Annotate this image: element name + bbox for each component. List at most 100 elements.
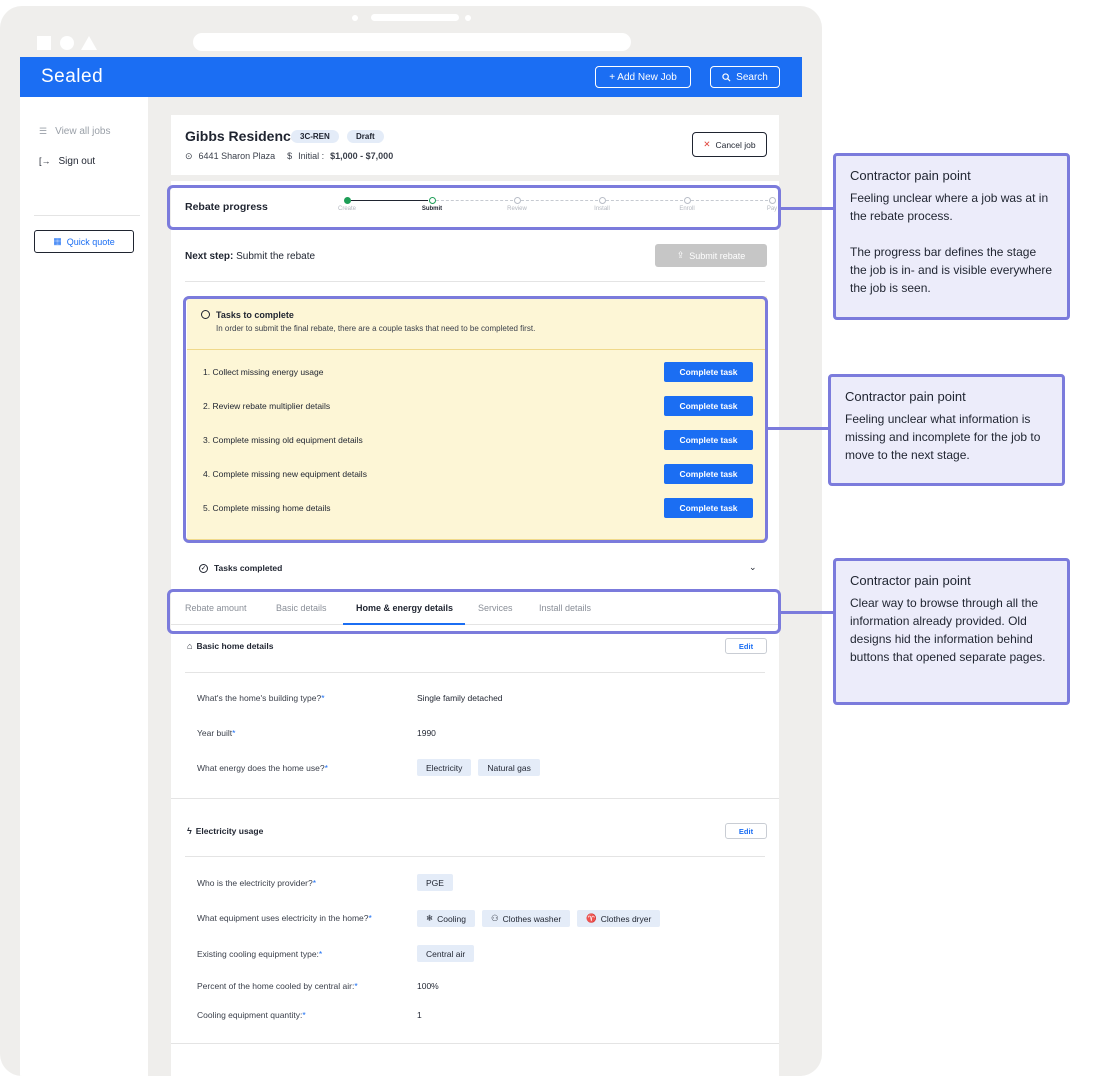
triangle-shape-icon <box>81 36 97 50</box>
chip: Electricity <box>417 759 472 776</box>
percent-cooled-question: Percent of the home cooled by central ai… <box>197 981 358 991</box>
location-pin-icon: ⊙ <box>185 150 193 161</box>
washer-icon: ⚇ <box>490 913 499 923</box>
cancel-job-button[interactable]: ✕ Cancel job <box>692 132 767 157</box>
initial-value: $1,000 - $7,000 <box>330 151 394 161</box>
energy-answer-chips: Electricity Natural gas <box>417 759 540 776</box>
share-icon: ⇪ <box>676 250 685 260</box>
sidebar: ☰ View all jobs [→ Sign out ▦ Quick quot… <box>20 97 148 1076</box>
annotation-body: Feeling unclear what information is miss… <box>845 412 1041 462</box>
sidebar-divider <box>34 215 140 216</box>
sign-out-icon: [→ <box>39 156 51 166</box>
building-type-question: What's the home's building type?* <box>197 693 325 703</box>
section-gap <box>171 175 779 181</box>
status-badge: Draft <box>347 130 384 143</box>
initial-label: Initial : <box>298 151 325 161</box>
electricity-usage-title: ϟ Electricity usage <box>187 826 263 836</box>
annotation-progress: Contractor pain point Feeling unclear wh… <box>833 153 1070 320</box>
submit-rebate-button[interactable]: ⇪ Submit rebate <box>655 244 767 267</box>
annotation-title: Contractor pain point <box>850 168 971 183</box>
job-code-badge: 3C-REN <box>291 130 339 143</box>
connector-line <box>768 427 830 430</box>
cancel-job-label: Cancel job <box>715 139 756 150</box>
edit-home-button[interactable]: Edit <box>725 638 767 654</box>
divider <box>185 856 765 857</box>
cooling-type-question: Existing cooling equipment type:* <box>197 949 323 959</box>
sidebar-item-view-all-jobs[interactable]: ☰ View all jobs <box>39 126 110 137</box>
chip: Natural gas <box>478 759 540 776</box>
top-bar: Sealed + Add New Job Search <box>20 57 802 97</box>
quick-quote-button[interactable]: ▦ Quick quote <box>34 230 134 253</box>
section-title-label: Electricity usage <box>195 826 264 836</box>
building-type-answer: Single family detached <box>417 693 503 703</box>
submit-rebate-label: Submit rebate <box>689 250 746 261</box>
shirt-icon: ♈ <box>586 913 597 923</box>
dollar-icon: $ <box>287 150 293 161</box>
sealed-logo[interactable]: Sealed <box>41 66 103 88</box>
chevron-down-icon[interactable]: ⌄ <box>749 562 757 573</box>
camera-dot <box>465 15 471 21</box>
annotation-tasks: Contractor pain point Feeling unclear wh… <box>828 374 1065 486</box>
sidebar-item-sign-out[interactable]: [→ Sign out <box>39 156 95 167</box>
year-built-question: Year built* <box>197 728 236 738</box>
chip: Central air <box>417 945 475 962</box>
progress-highlight <box>167 185 781 230</box>
tabs-highlight <box>167 589 781 634</box>
divider <box>185 672 765 673</box>
search-button[interactable]: Search <box>710 66 780 88</box>
section-title-label: Basic home details <box>196 641 274 651</box>
sidebar-item-label: Sign out <box>58 156 96 167</box>
tasks-completed-label: Tasks completed <box>214 563 283 573</box>
annotation-tabs: Contractor pain point Clear way to brows… <box>833 558 1070 705</box>
annotation-body: Clear way to browse through all the info… <box>850 596 1046 664</box>
cooling-qty-answer: 1 <box>417 1010 422 1020</box>
annotation-body: Feeling unclear where a job was at in th… <box>850 191 1053 295</box>
search-label: Search <box>736 71 768 83</box>
quick-quote-label: Quick quote <box>66 236 115 247</box>
energy-question: What energy does the home use?* <box>197 763 328 773</box>
next-step-label: Next step: <box>185 251 234 262</box>
equipment-question: What equipment uses electricity in the h… <box>197 913 372 923</box>
section-divider <box>171 1043 779 1044</box>
cooling-type-answer: Central air <box>417 945 475 962</box>
calculator-icon: ▦ <box>53 236 62 246</box>
chip-clothes-dryer: ♈ Clothes dryer <box>577 910 661 927</box>
add-new-job-button[interactable]: + Add New Job <box>595 66 691 88</box>
add-new-job-label: + Add New Job <box>609 71 677 83</box>
close-icon: ✕ <box>703 139 711 149</box>
next-step: Next step: Submit the rebate <box>185 251 315 262</box>
percent-cooled-answer: 100% <box>417 981 439 991</box>
speaker-bar <box>371 14 459 21</box>
search-icon <box>722 72 731 82</box>
job-address: 6441 Sharon Plaza <box>198 151 276 161</box>
lightning-icon: ϟ <box>187 825 192 836</box>
circle-shape-icon <box>60 36 74 50</box>
section-divider <box>171 798 779 799</box>
chip-cooling: ❄ Cooling <box>417 910 475 927</box>
connector-line <box>781 611 835 614</box>
chip: PGE <box>417 874 453 891</box>
divider <box>185 281 765 282</box>
annotation-title: Contractor pain point <box>845 389 966 404</box>
sidebar-item-label: View all jobs <box>55 126 111 137</box>
job-title: Gibbs Residence <box>185 128 299 144</box>
basic-home-details-title: ⌂ Basic home details <box>187 641 273 651</box>
list-icon: ☰ <box>39 126 48 136</box>
annotation-title: Contractor pain point <box>850 573 971 588</box>
check-circle-icon: ✓ <box>199 563 208 573</box>
edit-electricity-button[interactable]: Edit <box>725 823 767 839</box>
camera-dot <box>352 15 358 21</box>
job-address-row: ⊙ 6441 Sharon Plaza $ Initial : $1,000 -… <box>185 151 393 161</box>
year-built-answer: 1990 <box>417 728 436 738</box>
provider-question: Who is the electricity provider?* <box>197 878 317 888</box>
connector-line <box>781 207 835 210</box>
url-bar[interactable] <box>193 33 631 51</box>
home-icon: ⌂ <box>187 640 193 651</box>
provider-answer: PGE <box>417 874 453 891</box>
cooling-qty-question: Cooling equipment quantity:* <box>197 1010 306 1020</box>
tasks-highlight <box>183 296 768 543</box>
tasks-completed-row[interactable]: ✓ Tasks completed <box>199 563 282 573</box>
snowflake-icon: ❄ <box>426 913 434 923</box>
next-step-value: Submit the rebate <box>236 251 316 262</box>
square-shape-icon <box>37 36 51 50</box>
